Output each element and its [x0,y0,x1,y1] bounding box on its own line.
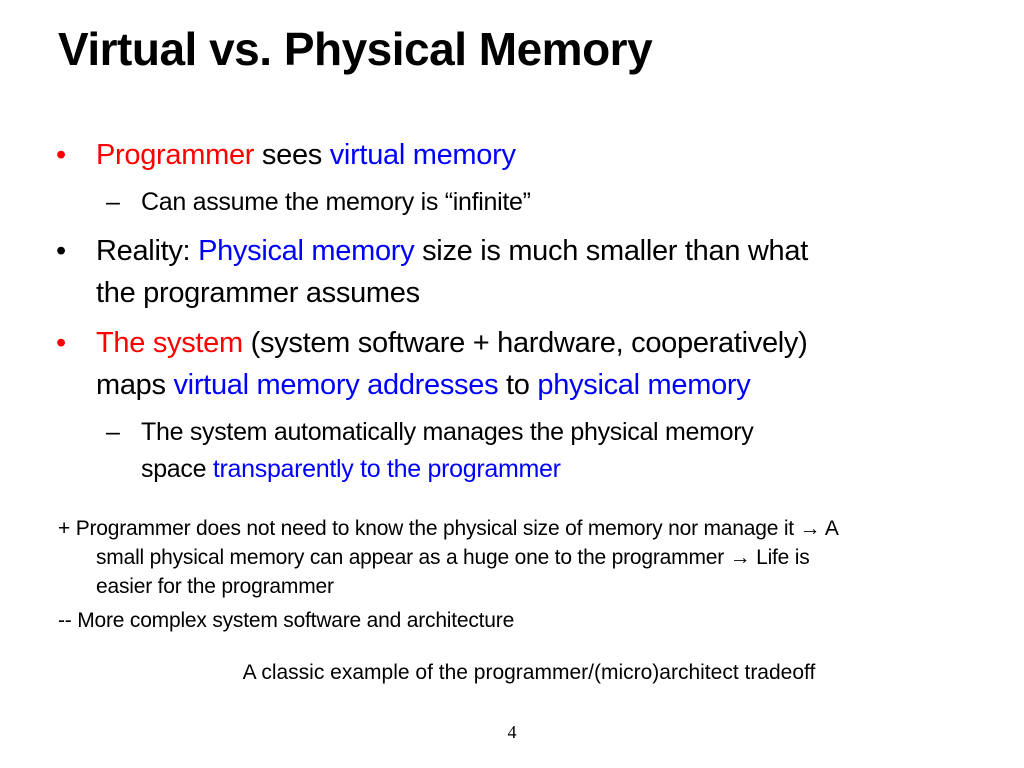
slide-title: Virtual vs. Physical Memory [58,23,653,75]
text-virtual-memory: virtual memory [329,139,516,171]
bullet-marker: • [56,327,67,359]
pro-note: + Programmer does not need to know the p… [58,514,839,601]
sub-bullet-marker: – [106,418,120,446]
bullet-marker: • [56,139,67,171]
sub-bullet-automatically-manages-line-2: space transparently to the programmer [141,451,561,487]
text-the-system: The system [96,327,243,359]
sub-bullet-infinite-memory: Can assume the memory is “infinite” [141,188,531,216]
sub-bullet-automatically-manages-line-1: The system automatically manages the phy… [141,418,754,446]
text-transparently: transparently to the programmer [212,455,561,483]
page-number: 4 [507,722,517,742]
text-system-software-hardware: (system software + hardware, cooperative… [242,327,808,359]
text-space: space [141,455,213,483]
text-reality: Reality: [96,235,199,267]
pro-note-line-2: small physical memory can appear as a hu… [96,546,810,569]
text-physical-memory: physical memory [537,369,751,401]
bullet-reality-line-1: Reality: Physical memory size is much sm… [96,230,808,272]
text-sees: sees [254,139,330,171]
pro-note-line-1: + Programmer does not need to know the p… [58,517,839,540]
tradeoff-caption: A classic example of the programmer/(mic… [242,661,816,684]
text-virtual-memory-addresses: virtual memory addresses [173,369,499,401]
text-programmer: Programmer [96,139,255,171]
bullet-marker: • [56,235,67,267]
text-maps: maps [96,369,174,401]
pro-note-line-3: easier for the programmer [96,575,334,598]
text-physical-memory: Physical memory [198,235,415,267]
bullet-programmer-sees-virtual-memory: Programmer sees virtual memory [96,134,516,176]
sub-bullet-marker: – [106,188,120,216]
bullet-the-system-line-2: maps virtual memory addresses to physica… [96,364,751,406]
text-size-smaller: size is much smaller than what [414,235,808,267]
bullet-the-system-line-1: The system (system software + hardware, … [96,322,808,364]
bullet-reality-line-2: the programmer assumes [96,277,420,309]
text-to: to [498,369,538,401]
con-note: -- More complex system software and arch… [58,609,515,632]
